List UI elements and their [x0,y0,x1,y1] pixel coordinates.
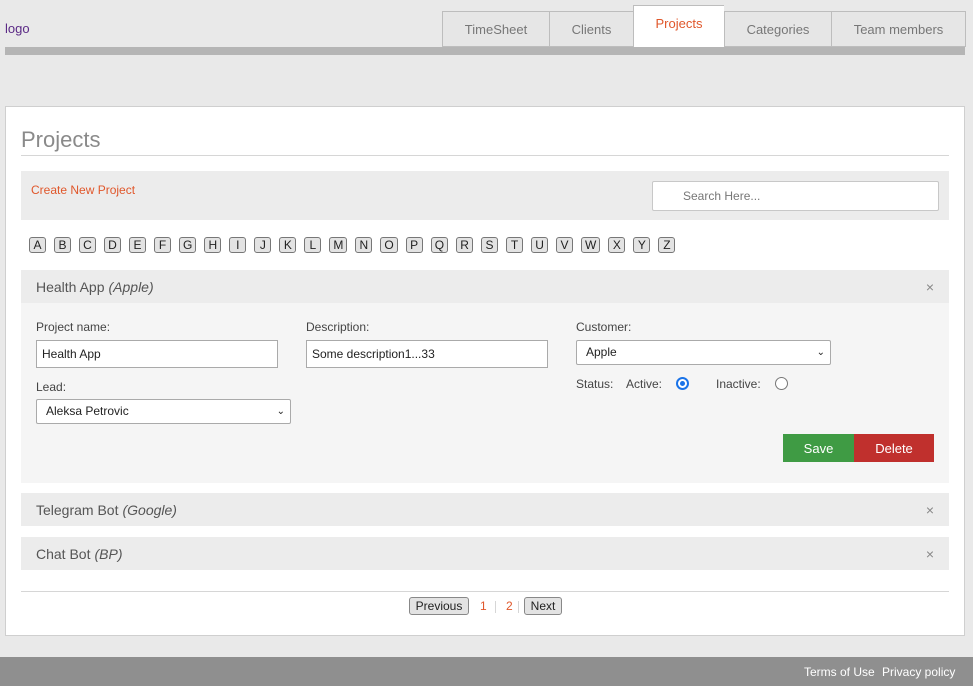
letter-filter-g[interactable]: G [179,237,197,253]
privacy-policy-link[interactable]: Privacy policy [882,665,955,679]
save-button[interactable]: Save [783,434,854,462]
project-header[interactable]: Chat Bot (BP) × [21,537,949,570]
letter-filter-p[interactable]: P [405,237,423,253]
lead-value: Aleksa Petrovic [46,404,129,418]
letter-filter-l[interactable]: L [304,237,322,253]
chevron-down-icon: ⌄ [816,347,825,358]
project-client: (Google) [122,501,177,518]
tab-team-members[interactable]: Team members [831,11,966,47]
status-active-radio[interactable] [676,377,689,390]
letter-filter-t[interactable]: T [506,237,524,253]
lead-label: Lead: [36,380,67,394]
letter-filter-h[interactable]: H [204,237,222,253]
letter-filter-j[interactable]: J [254,237,272,253]
project-client: (BP) [94,545,123,562]
project-name: Telegram Bot [36,501,119,518]
letter-filter-c[interactable]: C [79,237,96,253]
project-item-health-app: Health App (Apple) × Project name: Descr… [21,270,949,483]
project-name-label: Project name: [36,320,111,334]
project-item-chat-bot[interactable]: Chat Bot (BP) × [21,537,949,570]
letter-filter-o[interactable]: O [380,237,398,253]
project-header[interactable]: Health App (Apple) × [21,270,949,303]
header-divider-bar [5,47,965,55]
letter-filter-a[interactable]: A [29,237,46,253]
letter-filter-f[interactable]: F [154,237,171,253]
description-label: Description: [306,320,370,334]
letter-filter-r[interactable]: R [456,237,474,253]
page-title: Projects [21,127,101,152]
letter-filter-m[interactable]: M [329,237,348,253]
project-client: (Apple) [108,278,154,295]
inactive-label: Inactive: [716,377,761,391]
tab-categories[interactable]: Categories [724,11,831,47]
letter-filter-q[interactable]: Q [430,237,449,253]
alphabet-filter: ABCDEFGHIJKLMNOPQRSTUVWXYZ [29,237,683,253]
next-button[interactable]: Next [524,597,562,615]
active-label: Active: [626,377,663,391]
search-input[interactable] [652,181,939,211]
letter-filter-x[interactable]: X [608,237,626,253]
status-inactive-radio[interactable] [775,377,788,390]
project-name: Chat Bot [36,545,91,562]
close-icon[interactable]: × [926,502,934,518]
page-link-1[interactable]: 1 [480,599,487,613]
footer: Terms of Use Privacy policy [0,657,973,686]
page-separator [518,601,519,613]
close-icon[interactable]: × [926,279,934,295]
page-link-2[interactable]: 2 [506,599,513,613]
terms-of-use-link[interactable]: Terms of Use [804,665,875,679]
letter-filter-e[interactable]: E [129,237,146,253]
create-new-project-link[interactable]: Create New Project [31,183,135,197]
letter-filter-n[interactable]: N [355,237,373,253]
letter-filter-b[interactable]: B [54,237,71,253]
tab-clients[interactable]: Clients [549,11,633,47]
title-divider [21,155,949,156]
description-field[interactable] [306,340,548,368]
logo[interactable]: logo [5,21,30,36]
letter-filter-k[interactable]: K [279,237,297,253]
page-separator [495,601,496,613]
delete-button[interactable]: Delete [854,434,934,462]
letter-filter-s[interactable]: S [481,237,499,253]
main-nav-tabs: TimeSheet Clients Projects Categories Te… [442,5,966,47]
letter-filter-y[interactable]: Y [633,237,651,253]
project-name: Health App [36,278,105,295]
close-icon[interactable]: × [926,546,934,562]
letter-filter-d[interactable]: D [104,237,121,253]
projects-toolbar: Create New Project [21,171,949,220]
customer-value: Apple [586,345,617,359]
chevron-down-icon: ⌄ [276,406,285,417]
letter-filter-v[interactable]: V [556,237,574,253]
status-label: Status: [576,377,614,391]
tab-timesheet[interactable]: TimeSheet [442,11,549,47]
letter-filter-w[interactable]: W [581,237,601,253]
project-edit-form: Project name: Description: Customer: App… [21,303,949,483]
letter-filter-i[interactable]: I [229,237,247,253]
customer-label: Customer: [576,320,632,334]
projects-panel: Projects Create New Project ABCDEFGHIJKL… [5,106,965,636]
customer-select[interactable]: Apple ⌄ [576,340,831,365]
letter-filter-u[interactable]: U [531,237,549,253]
project-header[interactable]: Telegram Bot (Google) × [21,493,949,526]
pagination-divider [21,591,949,592]
tab-projects[interactable]: Projects [633,5,724,47]
lead-select[interactable]: Aleksa Petrovic ⌄ [36,399,291,424]
previous-button[interactable]: Previous [409,597,469,615]
project-name-field[interactable] [36,340,278,368]
project-item-telegram-bot[interactable]: Telegram Bot (Google) × [21,493,949,526]
letter-filter-z[interactable]: Z [658,237,676,253]
